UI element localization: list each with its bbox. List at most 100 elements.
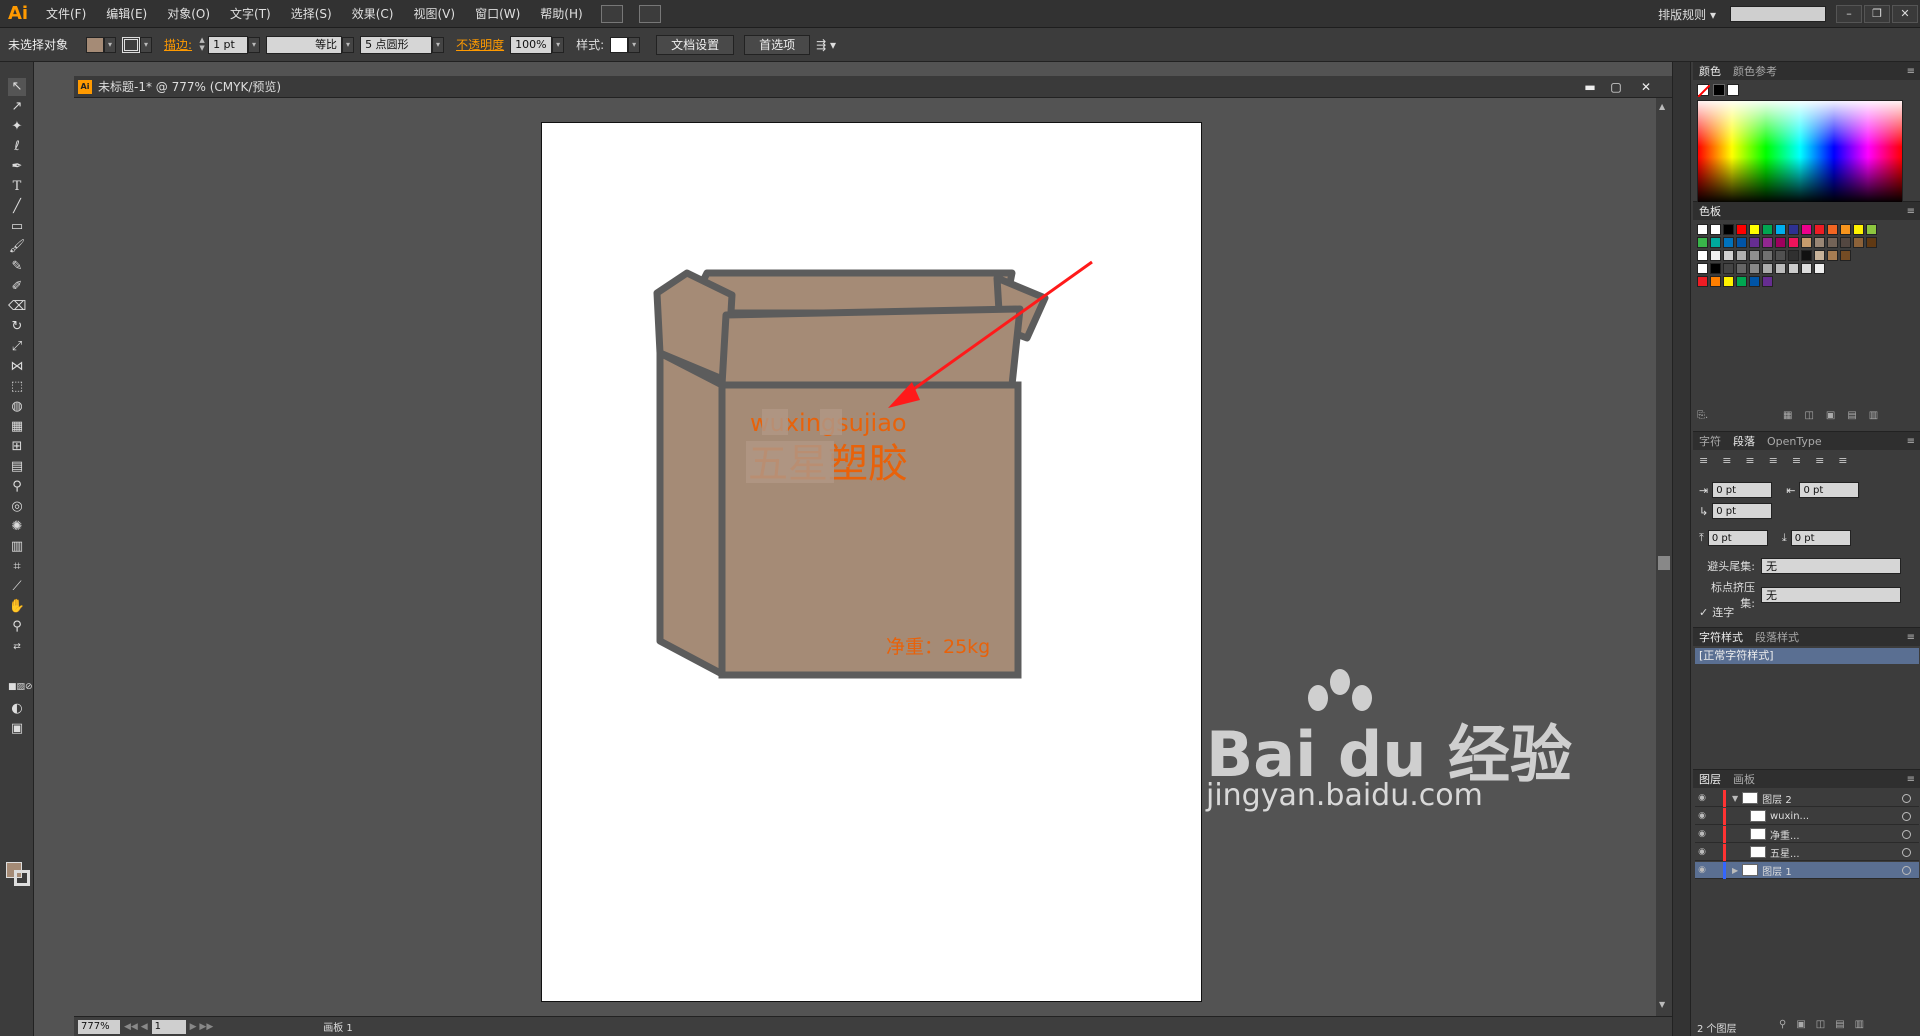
swatch-library-icon[interactable]: ⎘. — [1697, 410, 1708, 421]
document-setup-button[interactable]: 文档设置 — [656, 34, 735, 55]
column-graph-tool-icon[interactable]: ▥ — [8, 538, 26, 556]
artboard-tool-icon[interactable]: ⌗ — [8, 558, 26, 576]
search-input[interactable] — [1730, 6, 1826, 22]
close-button[interactable]: ✕ — [1892, 5, 1918, 23]
scale-tool-icon[interactable]: ⤢ — [8, 338, 26, 356]
color-swatch[interactable] — [1762, 237, 1773, 248]
color-swatch[interactable] — [1762, 276, 1773, 287]
workspace-switcher[interactable]: 排版规则 ▾ — [1644, 6, 1730, 23]
expand-arrow-icon[interactable]: ▶ — [1732, 866, 1738, 875]
stroke-swatch[interactable] — [122, 36, 141, 53]
color-swatch[interactable] — [1827, 237, 1838, 248]
perspective-grid-tool-icon[interactable]: ▦ — [8, 418, 26, 436]
vertical-scrollbar[interactable]: ▲ ▼ — [1656, 98, 1672, 1016]
target-circle-icon[interactable] — [1902, 847, 1911, 857]
indent-left-field[interactable]: 0 pt — [1712, 482, 1773, 498]
tab-opentype[interactable]: OpenType — [1761, 435, 1828, 448]
arrange-icon[interactable]: ⇶ ▾ — [816, 38, 836, 52]
doc-close-button[interactable]: ✕ — [1634, 79, 1658, 95]
none-swatch[interactable] — [1697, 84, 1711, 98]
color-swatch[interactable] — [1814, 263, 1825, 274]
preferences-button[interactable]: 首选项 — [744, 34, 811, 55]
color-swatch[interactable] — [1749, 250, 1760, 261]
bridge-icon[interactable] — [600, 4, 623, 23]
doc-minimize-button[interactable]: ▬ — [1578, 79, 1602, 95]
visibility-eye-icon[interactable]: ◉ — [1695, 829, 1709, 839]
menu-file[interactable]: 文件(F) — [36, 0, 96, 28]
color-swatch[interactable] — [1749, 276, 1760, 287]
space-before-field[interactable]: 0 pt — [1707, 530, 1768, 546]
color-swatch[interactable] — [1723, 276, 1734, 287]
visibility-eye-icon[interactable]: ◉ — [1695, 793, 1709, 803]
target-circle-icon[interactable] — [1902, 793, 1911, 803]
color-swatch[interactable] — [1814, 237, 1825, 248]
opacity-field[interactable]: 100% — [510, 35, 553, 54]
panel-menu-icon[interactable]: ≡ — [1907, 206, 1920, 217]
color-swatch[interactable] — [1736, 263, 1747, 274]
color-swatch[interactable] — [1762, 263, 1773, 274]
tab-color[interactable]: 颜色 — [1693, 63, 1727, 79]
stroke-color-swatch[interactable] — [14, 870, 30, 886]
color-swatch[interactable] — [1710, 224, 1721, 235]
first-line-field[interactable]: 0 pt — [1712, 503, 1773, 519]
color-swatch[interactable] — [1762, 250, 1773, 261]
shape-builder-tool-icon[interactable]: ◍ — [8, 398, 26, 416]
kinsoku-select[interactable]: 无 — [1761, 558, 1901, 574]
visibility-eye-icon[interactable]: ◉ — [1695, 847, 1709, 857]
layer-row[interactable]: ◉ wuxin... — [1695, 807, 1919, 825]
color-swatch[interactable] — [1736, 224, 1747, 235]
panel-menu-icon[interactable]: ≡ — [1907, 774, 1920, 785]
mesh-tool-icon[interactable]: ⊞ — [8, 438, 26, 456]
color-swatch[interactable] — [1775, 250, 1786, 261]
color-swatch[interactable] — [1853, 224, 1864, 235]
color-swatch[interactable] — [1710, 237, 1721, 248]
eyedropper-tool-icon[interactable]: ⚲ — [8, 478, 26, 496]
color-swatch[interactable] — [1788, 250, 1799, 261]
visibility-eye-icon[interactable]: ◉ — [1695, 811, 1709, 821]
color-swatch[interactable] — [1749, 224, 1760, 235]
color-spectrum[interactable] — [1697, 100, 1903, 204]
brush-dropdown[interactable]: ▾ — [432, 36, 445, 53]
magic-wand-tool-icon[interactable]: ✦ — [8, 118, 26, 136]
color-mode-icons[interactable]: ■▨⊘ — [8, 678, 33, 696]
target-circle-icon[interactable] — [1902, 811, 1911, 821]
stroke-profile-field[interactable]: 等比 — [266, 35, 343, 54]
color-swatch[interactable] — [1762, 224, 1773, 235]
tab-paragraph-styles[interactable]: 段落样式 — [1749, 629, 1805, 645]
color-swatch[interactable] — [1840, 250, 1851, 261]
hyphenate-checkbox[interactable]: ✓ — [1699, 606, 1708, 619]
color-swatch[interactable] — [1736, 237, 1747, 248]
tab-layers[interactable]: 图层 — [1693, 771, 1727, 787]
blob-brush-tool-icon[interactable]: ✐ — [8, 278, 26, 296]
black-swatch[interactable] — [1713, 84, 1725, 96]
visibility-eye-icon[interactable]: ◉ — [1695, 865, 1709, 875]
menu-edit[interactable]: 编辑(E) — [96, 0, 157, 28]
artboard[interactable]: wuxingsujiao 五星塑胶 净重：25kg — [541, 122, 1202, 1002]
color-swatch[interactable] — [1775, 237, 1786, 248]
stroke-spinner[interactable]: ▲ ▼ — [198, 36, 206, 54]
layer-row[interactable]: ◉ 五星... — [1695, 843, 1919, 861]
panel-menu-icon[interactable]: ≡ — [1907, 66, 1920, 77]
paintbrush-tool-icon[interactable]: 🖌 — [8, 238, 26, 256]
layer-row[interactable]: ◉ ▶ 图层 1 — [1695, 861, 1919, 879]
color-swatch[interactable] — [1814, 224, 1825, 235]
fill-swatch[interactable] — [86, 36, 105, 53]
menu-help[interactable]: 帮助(H) — [530, 0, 592, 28]
color-swatch[interactable] — [1723, 263, 1734, 274]
mojikumi-select[interactable]: 无 — [1761, 587, 1901, 603]
menu-window[interactable]: 窗口(W) — [465, 0, 530, 28]
fill-dropdown[interactable]: ▾ — [104, 36, 117, 53]
panel-menu-icon[interactable]: ≡ — [1907, 632, 1920, 643]
artboard-nav-next-icons[interactable]: ▶ ▶▶ — [190, 1022, 214, 1032]
arrange-documents-icon[interactable] — [638, 4, 661, 23]
menu-type[interactable]: 文字(T) — [220, 0, 281, 28]
color-swatch[interactable] — [1827, 224, 1838, 235]
color-swatch[interactable] — [1853, 237, 1864, 248]
color-swatch[interactable] — [1723, 237, 1734, 248]
color-swatch[interactable] — [1697, 224, 1708, 235]
dock-collapse-strip[interactable] — [1673, 62, 1691, 1036]
slice-tool-icon[interactable]: ⟋ — [8, 578, 26, 596]
type-tool-icon[interactable]: T — [8, 178, 26, 196]
color-swatch[interactable] — [1788, 263, 1799, 274]
vertical-scroll-thumb[interactable] — [1658, 556, 1670, 570]
